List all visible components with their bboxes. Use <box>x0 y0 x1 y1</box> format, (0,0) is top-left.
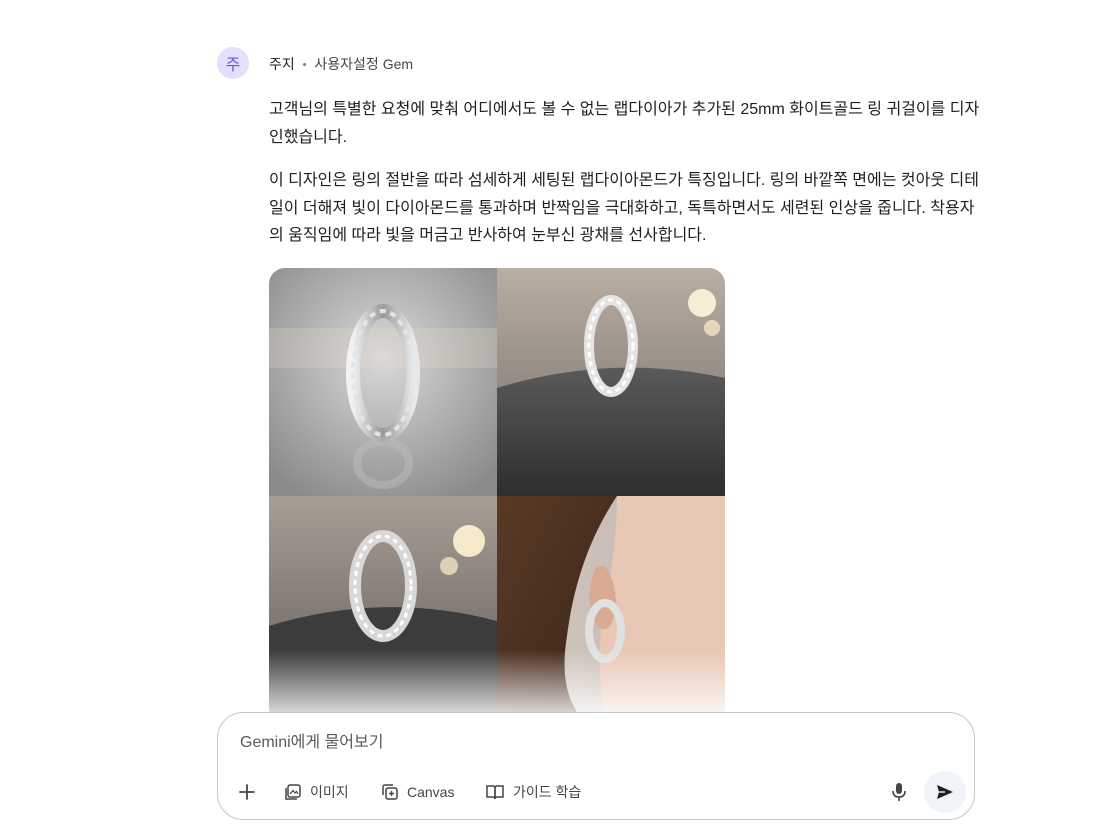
chat-page: 주 주지 • 사용자설정 Gem 고객님의 특별한 요청에 맞춰 어디에서도 볼… <box>0 0 1117 826</box>
paragraph-1: 고객님의 특별한 요청에 맞춰 어디에서도 볼 수 없는 랩다이아가 추가된 2… <box>269 101 980 146</box>
gem-label: 사용자설정 Gem <box>314 56 414 72</box>
message-body: 고객님의 특별한 요청에 맞춰 어디에서도 볼 수 없는 랩다이아가 추가된 2… <box>269 96 981 266</box>
generated-image-1[interactable] <box>269 268 497 496</box>
avatar-letter: 주 <box>225 55 241 74</box>
mic-button[interactable] <box>886 779 912 805</box>
prompt-composer: 이미지 Canvas 가이드 학습 <box>217 712 975 820</box>
message-header: 주지 • 사용자설정 Gem <box>269 54 413 76</box>
image-tool-button[interactable]: 이미지 <box>284 779 349 805</box>
generated-image-2[interactable] <box>497 268 725 496</box>
prompt-input[interactable] <box>238 729 842 757</box>
image-icon <box>285 784 301 800</box>
canvas-icon <box>382 784 398 800</box>
book-icon <box>486 785 504 800</box>
image-tool-label: 이미지 <box>310 784 349 800</box>
earring-studio-image <box>269 268 497 496</box>
paragraph-2: 이 디자인은 링의 절반을 따라 섬세하게 세팅된 랩다이아몬드가 특징입니다.… <box>269 172 979 244</box>
avatar: 주 <box>217 47 249 79</box>
send-button[interactable] <box>924 771 966 813</box>
guided-learning-button[interactable]: 가이드 학습 <box>485 779 581 805</box>
plus-icon <box>239 784 255 800</box>
earring-cushion-image <box>497 268 725 496</box>
send-icon <box>937 785 953 799</box>
add-button[interactable] <box>234 779 260 805</box>
author-name: 주지 <box>269 56 295 72</box>
canvas-tool-button[interactable]: Canvas <box>381 779 454 805</box>
mic-icon <box>892 783 906 801</box>
canvas-tool-label: Canvas <box>407 784 455 800</box>
guided-learning-label: 가이드 학습 <box>513 784 582 800</box>
separator: • <box>302 59 307 71</box>
